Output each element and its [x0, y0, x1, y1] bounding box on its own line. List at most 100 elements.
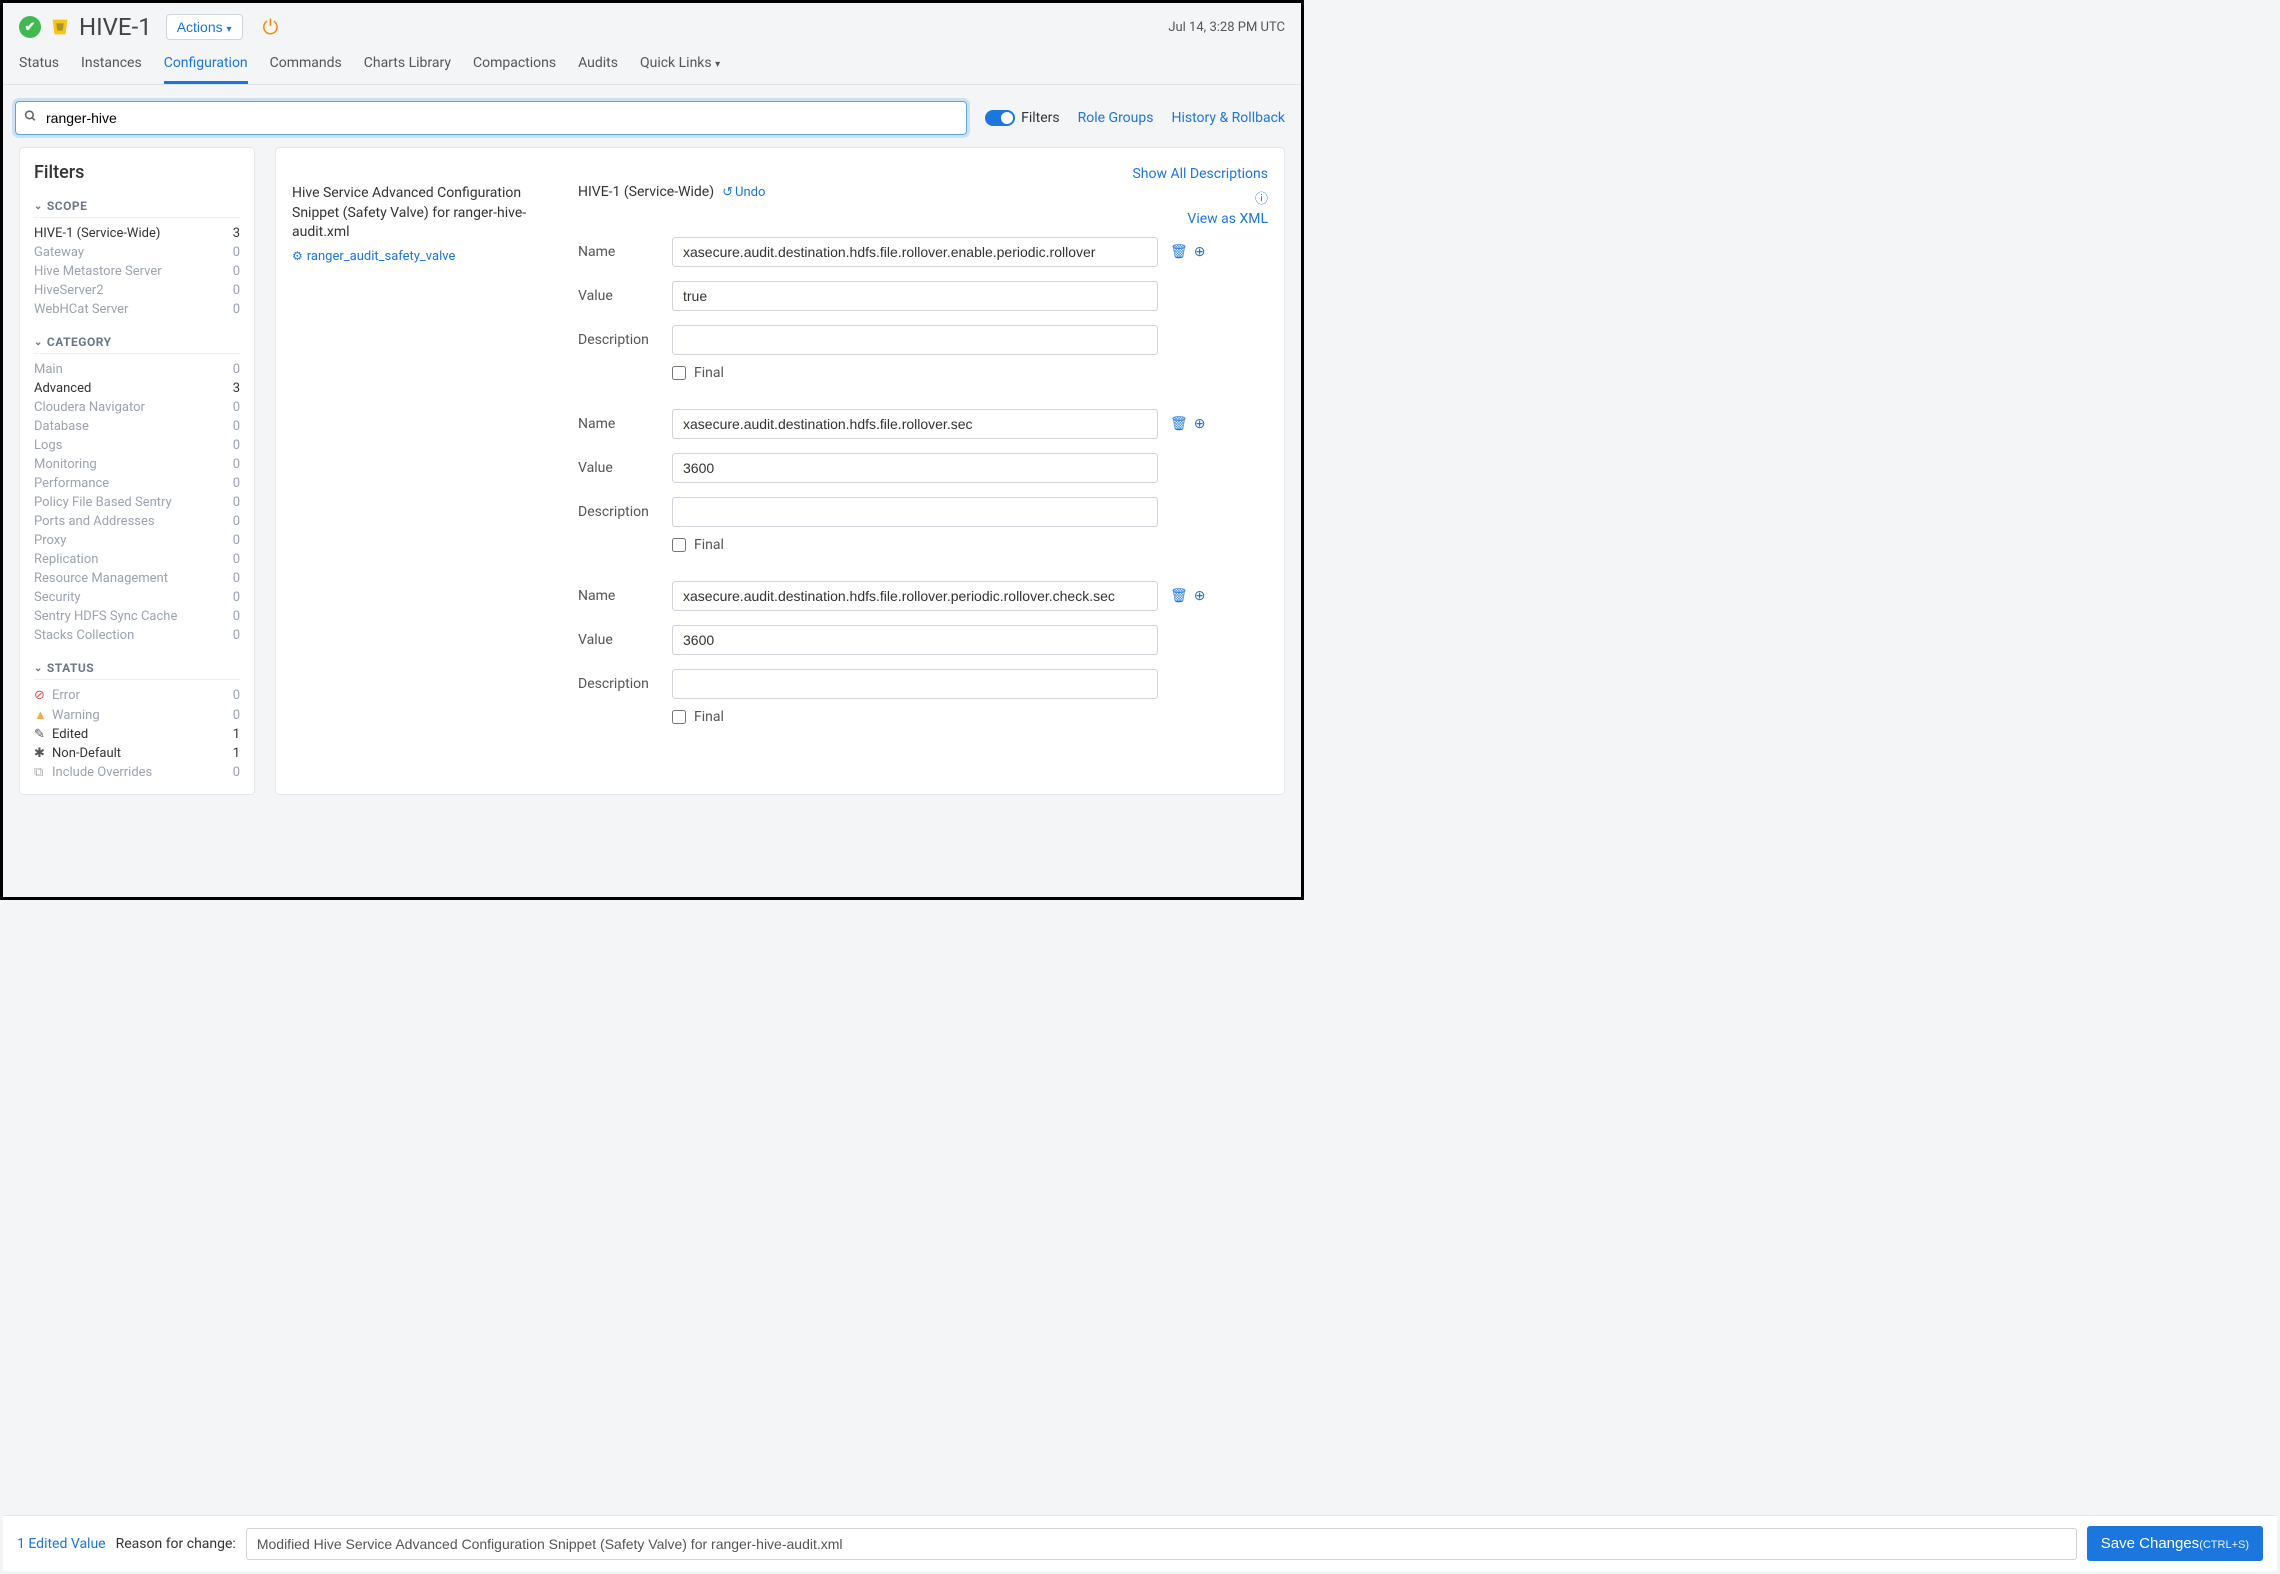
filters-toggle[interactable]: Filters: [985, 110, 1060, 126]
facet-item[interactable]: ✎Edited1: [34, 725, 240, 744]
service-tabs: Status Instances Configuration Commands Char…: [3, 41, 1301, 85]
scope-facet-list: HIVE-1 (Service-Wide)3Gateway0Hive Metas…: [34, 224, 240, 319]
tab-commands[interactable]: Commands: [270, 55, 342, 84]
delete-icon[interactable]: 🗑: [1170, 416, 1188, 432]
status-icon: ✎: [34, 727, 48, 742]
show-all-descriptions-link[interactable]: Show All Descriptions: [292, 166, 1268, 182]
facet-item[interactable]: Logs0: [34, 436, 240, 455]
page-title: HIVE-1: [79, 13, 152, 41]
facet-item[interactable]: HIVE-1 (Service-Wide)3: [34, 224, 240, 243]
tab-charts-library[interactable]: Charts Library: [364, 55, 451, 84]
chevron-down-icon: ⌄: [34, 201, 43, 212]
scope-facet-header[interactable]: ⌄ SCOPE: [34, 199, 240, 218]
save-changes-button[interactable]: Save Changes(CTRL+S): [2087, 1526, 2263, 1561]
facet-item[interactable]: Ports and Addresses0: [34, 512, 240, 531]
hive-service-icon: [49, 16, 71, 38]
facet-item[interactable]: Monitoring0: [34, 455, 240, 474]
value-label: Value: [578, 632, 660, 648]
facet-item[interactable]: Main0: [34, 360, 240, 379]
actions-dropdown[interactable]: Actions ▾: [166, 14, 243, 40]
save-bar: 1 Edited Value Reason for change: Save C…: [3, 1515, 2277, 1571]
config-entry: Name🗑⊕ValueDescriptionFinal: [578, 581, 1268, 725]
config-content: Show All Descriptions Hive Service Advan…: [275, 147, 1285, 795]
tab-instances[interactable]: Instances: [81, 55, 142, 84]
tab-configuration[interactable]: Configuration: [164, 55, 248, 84]
role-groups-link[interactable]: Role Groups: [1078, 110, 1154, 126]
tab-compactions[interactable]: Compactions: [473, 55, 556, 84]
gears-icon: ⚙: [292, 249, 303, 263]
status-icon: ✱: [34, 746, 48, 761]
value-input[interactable]: [672, 281, 1158, 311]
delete-icon[interactable]: 🗑: [1170, 588, 1188, 604]
final-checkbox[interactable]: [672, 710, 686, 724]
add-icon[interactable]: ⊕: [1194, 416, 1206, 432]
edited-values-link[interactable]: 1 Edited Value: [17, 1536, 106, 1552]
facet-item[interactable]: WebHCat Server0: [34, 300, 240, 319]
facet-item[interactable]: Database0: [34, 417, 240, 436]
view-as-xml-link[interactable]: View as XML: [1187, 211, 1268, 227]
property-value-area: HIVE-1 (Service-Wide) ↺ Undo ⓘ View as X…: [578, 184, 1268, 753]
facet-item[interactable]: Stacks Collection0: [34, 626, 240, 645]
facet-item[interactable]: Sentry HDFS Sync Cache0: [34, 607, 240, 626]
facet-item[interactable]: Cloudera Navigator0: [34, 398, 240, 417]
description-input[interactable]: [672, 325, 1158, 355]
description-label: Description: [578, 676, 660, 692]
delete-icon[interactable]: 🗑: [1170, 244, 1188, 260]
reason-input[interactable]: [246, 1528, 2077, 1560]
add-icon[interactable]: ⊕: [1194, 588, 1206, 604]
undo-link[interactable]: ↺ Undo: [722, 185, 765, 200]
value-input[interactable]: [672, 453, 1158, 483]
config-toolbar: Filters Role Groups History & Rollback: [3, 85, 1301, 147]
description-label: Description: [578, 504, 660, 520]
name-label: Name: [578, 244, 660, 260]
status-icon: ⊘: [34, 688, 48, 703]
caret-down-icon: ▾: [715, 59, 720, 70]
status-ok-icon: ✔: [19, 16, 41, 38]
facet-item[interactable]: Performance0: [34, 474, 240, 493]
name-input[interactable]: [672, 581, 1158, 611]
filters-panel: Filters ⌄ SCOPE HIVE-1 (Service-Wide)3Ga…: [19, 147, 255, 795]
name-input[interactable]: [672, 409, 1158, 439]
entries-container: Name🗑⊕ValueDescriptionFinalName🗑⊕ValueDe…: [578, 237, 1268, 725]
facet-item[interactable]: HiveServer20: [34, 281, 240, 300]
content-top-links: Show All Descriptions: [292, 166, 1268, 182]
status-facet-header[interactable]: ⌄ STATUS: [34, 661, 240, 680]
facet-item[interactable]: ⧉Include Overrides0: [34, 763, 240, 782]
add-icon[interactable]: ⊕: [1194, 244, 1206, 260]
tab-audits[interactable]: Audits: [578, 55, 618, 84]
search-icon: [24, 110, 37, 127]
final-checkbox[interactable]: [672, 538, 686, 552]
description-input[interactable]: [672, 669, 1158, 699]
reason-label: Reason for change:: [116, 1536, 236, 1552]
power-icon[interactable]: ⏻: [263, 15, 279, 39]
facet-item[interactable]: Gateway0: [34, 243, 240, 262]
facet-item[interactable]: Policy File Based Sentry0: [34, 493, 240, 512]
info-icon[interactable]: ⓘ: [1255, 188, 1268, 207]
facet-item[interactable]: Resource Management0: [34, 569, 240, 588]
property-key-link[interactable]: ⚙ ranger_audit_safety_valve: [292, 249, 562, 264]
tab-status[interactable]: Status: [19, 55, 59, 84]
category-facet-header[interactable]: ⌄ CATEGORY: [34, 335, 240, 354]
name-input[interactable]: [672, 237, 1158, 267]
facet-item[interactable]: Hive Metastore Server0: [34, 262, 240, 281]
search-input[interactable]: [16, 102, 966, 134]
value-input[interactable]: [672, 625, 1158, 655]
name-label: Name: [578, 416, 660, 432]
property-title: Hive Service Advanced Configuration Snip…: [292, 184, 562, 243]
status-facet-list: ⊘Error0▲Warning0✎Edited1✱Non-Default1⧉In…: [34, 686, 240, 782]
facet-item[interactable]: Advanced3: [34, 379, 240, 398]
header-datetime: Jul 14, 3:28 PM UTC: [1168, 20, 1285, 35]
facet-item[interactable]: Replication0: [34, 550, 240, 569]
tab-quick-links[interactable]: Quick Links ▾: [640, 55, 720, 84]
facet-item[interactable]: Security0: [34, 588, 240, 607]
history-rollback-link[interactable]: History & Rollback: [1171, 110, 1285, 126]
facet-item[interactable]: ⊘Error0: [34, 686, 240, 705]
facet-item[interactable]: ▲Warning0: [34, 705, 240, 725]
facet-item[interactable]: Proxy0: [34, 531, 240, 550]
filters-title: Filters: [34, 162, 240, 183]
final-checkbox[interactable]: [672, 366, 686, 380]
description-input[interactable]: [672, 497, 1158, 527]
facet-item[interactable]: ✱Non-Default1: [34, 744, 240, 763]
final-label: Final: [694, 365, 724, 381]
property-title-cell: Hive Service Advanced Configuration Snip…: [292, 184, 578, 753]
